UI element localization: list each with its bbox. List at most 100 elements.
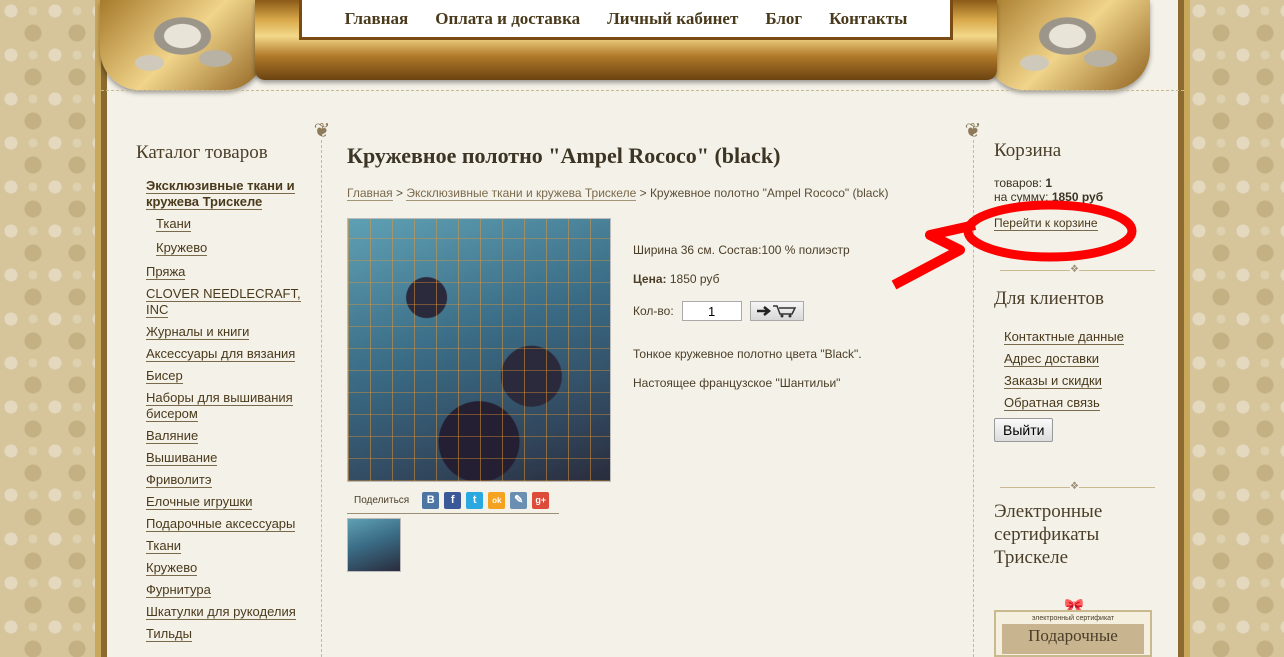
product-price: Цена: 1850 руб xyxy=(633,272,933,286)
quantity-label: Кол-во: xyxy=(633,304,674,318)
catalog-list: Эксклюзивные ткани и кружева Трискеле Тк… xyxy=(136,178,316,642)
catalog-item[interactable]: Фурнитура xyxy=(146,582,211,598)
facebook-icon[interactable]: f xyxy=(444,492,462,509)
right-column-divider xyxy=(973,140,974,657)
catalog-item[interactable]: Журналы и книги xyxy=(146,324,250,340)
cart-sum-value: 1850 руб xyxy=(1051,190,1104,204)
certificate-caption: электронный сертификат xyxy=(1031,615,1115,622)
catalog-item[interactable]: Елочные игрушки xyxy=(146,494,253,510)
divider-ornament-icon: ❖ xyxy=(1070,264,1079,275)
quantity-input[interactable] xyxy=(681,301,742,321)
catalog-title: Каталог товаров xyxy=(136,142,268,163)
cart-title: Корзина xyxy=(994,140,1062,161)
nav-contacts[interactable]: Контакты xyxy=(829,9,907,29)
certificates-title: Электронные сертификаты Трискеле xyxy=(994,501,1103,568)
catalog-item-exclusive[interactable]: Эксклюзивные ткани и кружева Трискеле xyxy=(146,178,295,210)
list-item: Ткани xyxy=(156,216,316,232)
list-item: Кружево xyxy=(156,240,316,256)
list-item: Аксессуары для вязания xyxy=(146,346,316,362)
vk-icon[interactable]: В xyxy=(422,492,440,509)
cart-summary: товаров: 1 на сумму: 1850 руб xyxy=(994,176,1164,204)
client-link-contacts[interactable]: Контактные данные xyxy=(1004,329,1124,345)
list-item: Елочные игрушки xyxy=(146,494,316,510)
list-item: Подарочные аксессуары xyxy=(146,516,316,532)
divider-ornament-icon: ❖ xyxy=(1070,481,1079,492)
catalog-subitem-fabrics[interactable]: Ткани xyxy=(156,216,192,232)
livejournal-icon[interactable]: ✎ xyxy=(510,492,528,509)
catalog-item[interactable]: Подарочные аксессуары xyxy=(146,516,296,532)
cart-items-label: товаров: xyxy=(994,176,1043,190)
product-image[interactable] xyxy=(347,218,611,482)
price-value: 1850 руб xyxy=(669,272,720,286)
corner-ornament-left xyxy=(100,0,265,90)
product-thumbnail[interactable] xyxy=(347,518,401,572)
list-item: Обратная связь xyxy=(1004,395,1164,411)
nav-blog[interactable]: Блог xyxy=(765,9,802,29)
googleplus-icon[interactable]: g+ xyxy=(532,492,550,509)
section-divider: ❖ xyxy=(1000,481,1155,492)
list-item: Ткани xyxy=(146,538,316,554)
client-link-feedback[interactable]: Обратная связь xyxy=(1004,395,1100,411)
list-item: Шкатулки для рукоделия xyxy=(146,604,316,620)
quantity-row: Кол-во: xyxy=(633,301,933,321)
list-item: Кружево xyxy=(146,560,316,576)
logout-button[interactable]: Выйти xyxy=(994,418,1054,442)
catalog-item[interactable]: Бисер xyxy=(146,368,183,384)
share-bar: Поделиться В f t ok ✎ g+ xyxy=(347,488,559,514)
breadcrumb: Главная > Эксклюзивные ткани и кружева Т… xyxy=(347,186,947,201)
catalog-item[interactable]: CLOVER NEEDLECRAFT, INC xyxy=(146,286,301,318)
cart-arrow-icon xyxy=(756,305,796,318)
list-item: Тильды xyxy=(146,626,316,642)
catalog-subitem-lace[interactable]: Кружево xyxy=(156,240,208,256)
page-title: Кружевное полотно "Ampel Rococo" (black) xyxy=(347,143,781,168)
list-item: Фурнитура xyxy=(146,582,316,598)
certificate-label: Подарочные xyxy=(1002,624,1144,654)
catalog-item[interactable]: Валяние xyxy=(146,428,199,444)
corner-ornament-right xyxy=(985,0,1150,90)
section-divider: ❖ xyxy=(1000,264,1155,275)
go-to-cart-link[interactable]: Перейти к корзине xyxy=(994,216,1098,231)
catalog-item[interactable]: Ткани xyxy=(146,538,182,554)
twitter-icon[interactable]: t xyxy=(466,492,484,509)
list-item: Бисер xyxy=(146,368,316,384)
catalog-item[interactable]: Пряжа xyxy=(146,264,186,280)
nav-account[interactable]: Личный кабинет xyxy=(607,9,738,29)
right-sidebar: Корзина товаров: 1 на сумму: 1850 руб Пе… xyxy=(994,140,1164,569)
list-item: Фриволитэ xyxy=(146,472,316,488)
cart-items-count: 1 xyxy=(1045,176,1053,190)
catalog-item[interactable]: Тильды xyxy=(146,626,192,642)
cart-sum-label: на сумму: xyxy=(994,190,1049,204)
product-spec: Ширина 36 см. Состав:100 % полиэстр xyxy=(633,243,850,257)
catalog-item[interactable]: Наборы для вышивания бисером xyxy=(146,390,293,422)
catalog-item[interactable]: Фриволитэ xyxy=(146,472,212,488)
list-item: Контактные данные xyxy=(1004,329,1164,345)
share-label: Поделиться xyxy=(354,495,410,506)
client-link-orders[interactable]: Заказы и скидки xyxy=(1004,373,1102,389)
nav-home[interactable]: Главная xyxy=(345,9,409,29)
catalog-item[interactable]: Аксессуары для вязания xyxy=(146,346,296,362)
nav-payment-delivery[interactable]: Оплата и доставка xyxy=(435,9,580,29)
list-item: Валяние xyxy=(146,428,316,444)
clients-title: Для клиентов xyxy=(994,288,1104,309)
breadcrumb-category[interactable]: Эксклюзивные ткани и кружева Трискеле xyxy=(406,186,637,201)
catalog-item[interactable]: Шкатулки для рукоделия xyxy=(146,604,296,620)
list-item: Наборы для вышивания бисером xyxy=(146,390,316,422)
left-column-divider xyxy=(321,140,322,657)
product-description: Настоящее французское "Шантильи" xyxy=(633,376,841,390)
odnoklassniki-icon[interactable]: ok xyxy=(488,492,506,509)
header-frame: Главная Оплата и доставка Личный кабинет… xyxy=(255,0,997,80)
breadcrumb-home[interactable]: Главная xyxy=(347,186,393,201)
client-link-address[interactable]: Адрес доставки xyxy=(1004,351,1100,367)
catalog-item[interactable]: Кружево xyxy=(146,560,198,576)
list-item: Эксклюзивные ткани и кружева Трискеле xyxy=(146,178,316,210)
breadcrumb-separator: > xyxy=(636,186,650,200)
header-divider xyxy=(101,90,1184,91)
list-item: Заказы и скидки xyxy=(1004,373,1164,389)
add-to-cart-button[interactable] xyxy=(749,301,804,321)
clients-list: Контактные данные Адрес доставки Заказы … xyxy=(994,329,1164,411)
product-details: Ширина 36 см. Состав:100 % полиэстр Цена… xyxy=(633,243,933,405)
gift-certificate-card[interactable]: электронный сертификат Подарочные xyxy=(994,610,1152,657)
list-item: Адрес доставки xyxy=(1004,351,1164,367)
catalog-item[interactable]: Вышивание xyxy=(146,450,218,466)
list-item: Вышивание xyxy=(146,450,316,466)
